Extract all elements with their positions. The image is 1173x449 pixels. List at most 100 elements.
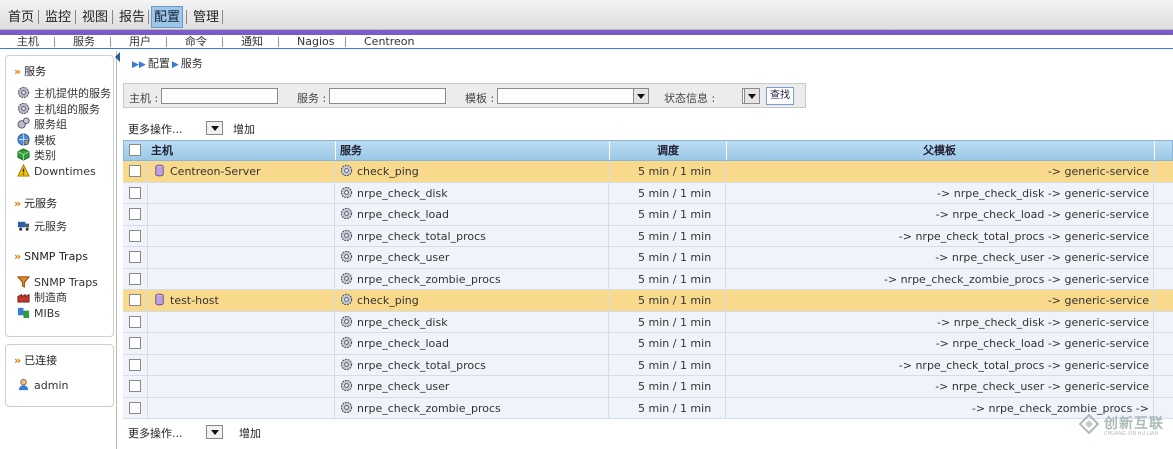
sidebar-item-service-groups[interactable]: 服务组 (17, 117, 67, 131)
sidebar-item-manufacturer[interactable]: 制造商 (17, 290, 67, 304)
breadcrumb-item[interactable]: 服务 (181, 57, 203, 70)
sidebar-item-categories[interactable]: 类别 (17, 148, 56, 162)
nav-tab-monitoring[interactable]: 监控 (43, 7, 73, 28)
add-link[interactable]: 增加 (239, 425, 261, 441)
row-checkbox[interactable] (129, 251, 141, 263)
table-row[interactable]: nrpe_check_user 5 min / 1 min -> nrpe_chec… (123, 247, 1173, 269)
cell-divider (608, 225, 609, 247)
column-parent-template[interactable]: 父模板 (923, 141, 956, 160)
service-name[interactable]: nrpe_check_total_procs (357, 230, 486, 243)
nav-tab-home[interactable]: 首页 (6, 7, 36, 28)
service-cell[interactable]: nrpe_check_total_procs (340, 226, 486, 247)
service-name[interactable]: check_ping (357, 165, 419, 178)
subnav-services[interactable]: 服务 (73, 35, 95, 49)
parent-template-cell: -> nrpe_check_load -> generic-service (935, 337, 1149, 350)
sidebar-item-downtimes[interactable]: Downtimes (17, 163, 96, 178)
column-schedule[interactable]: 调度 (657, 141, 679, 160)
sidebar-item-hostgroup-services[interactable]: 主机组的服务 (17, 102, 100, 116)
nav-tab-configuration[interactable]: 配置 (151, 6, 184, 28)
more-operations-select[interactable] (206, 121, 223, 135)
service-cell[interactable]: nrpe_check_user (340, 247, 449, 268)
table-row[interactable]: nrpe_check_total_procs 5 min / 1 min -> nr… (123, 354, 1173, 376)
subnav-nagios[interactable]: Nagios (297, 35, 334, 49)
subnav-centreon[interactable]: Centreon (364, 35, 414, 49)
row-checkbox[interactable] (129, 272, 141, 285)
cell-divider (725, 376, 726, 397)
host-row[interactable]: test-host check_ping 5 min / 1 min -> gener… (123, 290, 1173, 312)
table-row[interactable]: nrpe_check_disk 5 min / 1 min -> nrpe_chec… (123, 182, 1173, 204)
service-cell[interactable]: nrpe_check_zombie_procs (340, 398, 501, 419)
host-row[interactable]: Centreon-Server check_ping 5 min / 1 min ->… (123, 161, 1173, 183)
table-row[interactable]: nrpe_check_load 5 min / 1 min -> nrpe_chec… (123, 333, 1173, 355)
template-select[interactable] (497, 88, 649, 104)
host-cell[interactable]: test-host (153, 290, 219, 311)
service-cell[interactable]: nrpe_check_load (340, 204, 449, 225)
table-row[interactable]: nrpe_check_user 5 min / 1 min -> nrpe_chec… (123, 376, 1173, 398)
connected-user[interactable]: admin (17, 378, 68, 392)
cell-divider (334, 397, 335, 419)
sidebar-item-meta-services[interactable]: 元服务 (17, 219, 67, 233)
service-cell[interactable]: nrpe_check_user (340, 376, 449, 397)
service-name[interactable]: nrpe_check_total_procs (357, 359, 486, 372)
service-name[interactable]: nrpe_check_load (357, 337, 449, 350)
select-all-checkbox[interactable] (129, 144, 141, 156)
service-cell[interactable]: nrpe_check_disk (340, 312, 448, 333)
column-service[interactable]: 服务 (340, 141, 362, 160)
parent-template-cell: -> nrpe_check_zombie_procs -> generic-se… (883, 272, 1149, 286)
add-link[interactable]: 增加 (233, 121, 255, 137)
table-row[interactable]: nrpe_check_total_procs 5 min / 1 min -> nr… (123, 225, 1173, 247)
host-cell[interactable]: Centreon-Server (153, 161, 261, 182)
subnav-commands[interactable]: 命令 (185, 35, 207, 49)
row-checkbox[interactable] (129, 401, 141, 414)
subnav-users[interactable]: 用户 (129, 35, 151, 49)
service-name[interactable]: nrpe_check_user (357, 380, 449, 393)
sidebar-item-mibs[interactable]: MIBs (17, 306, 60, 320)
service-filter-input[interactable] (329, 88, 446, 104)
row-checkbox[interactable] (129, 315, 141, 328)
row-checkbox[interactable] (129, 380, 141, 392)
service-name[interactable]: check_ping (357, 294, 419, 307)
host-name[interactable]: Centreon-Server (170, 165, 261, 178)
column-host[interactable]: 主机 (151, 141, 173, 160)
row-checkbox[interactable] (129, 165, 141, 177)
service-name[interactable]: nrpe_check_user (357, 251, 449, 264)
nav-tab-views[interactable]: 视图 (80, 7, 110, 28)
subnav-notifications[interactable]: 通知 (241, 35, 263, 49)
sidebar-collapse-handle[interactable] (115, 51, 120, 449)
service-cell[interactable]: nrpe_check_total_procs (340, 355, 486, 376)
sidebar-item-host-services[interactable]: 主机提供的服务 (17, 86, 111, 100)
table-row[interactable]: nrpe_check_zombie_procs 5 min / 1 min -> n… (123, 268, 1173, 290)
cell-divider (334, 225, 335, 247)
sidebar-item-templates[interactable]: 模板 (17, 133, 56, 147)
subnav-hosts[interactable]: 主机 (17, 35, 39, 49)
row-checkbox[interactable] (129, 208, 141, 220)
service-name[interactable]: nrpe_check_load (357, 208, 449, 221)
search-button[interactable]: 查找 (766, 87, 794, 105)
breadcrumb-item[interactable]: 配置 (148, 57, 170, 70)
service-cell[interactable]: nrpe_check_disk (340, 183, 448, 204)
service-name[interactable]: nrpe_check_zombie_procs (357, 402, 501, 415)
table-row[interactable]: nrpe_check_disk 5 min / 1 min -> nrpe_chec… (123, 311, 1173, 333)
nav-tab-reports[interactable]: 报告 (117, 7, 147, 28)
service-cell[interactable]: check_ping (340, 161, 419, 182)
service-cell[interactable]: check_ping (340, 290, 419, 311)
service-name[interactable]: nrpe_check_disk (357, 187, 448, 200)
table-row[interactable]: nrpe_check_load 5 min / 1 min -> nrpe_chec… (123, 204, 1173, 226)
row-checkbox[interactable] (129, 358, 141, 371)
row-checkbox[interactable] (129, 186, 141, 199)
host-filter-input[interactable] (161, 88, 278, 104)
service-name[interactable]: nrpe_check_disk (357, 316, 448, 329)
more-operations-select[interactable] (206, 425, 223, 439)
service-cell[interactable]: nrpe_check_load (340, 333, 449, 354)
status-select[interactable] (742, 88, 760, 104)
service-name[interactable]: nrpe_check_zombie_procs (357, 273, 501, 286)
cell-divider (608, 376, 609, 397)
row-checkbox[interactable] (129, 229, 141, 242)
service-cell[interactable]: nrpe_check_zombie_procs (340, 269, 501, 290)
row-checkbox[interactable] (129, 337, 141, 349)
sidebar-item-snmp-traps[interactable]: SNMP Traps (16, 275, 98, 289)
host-name[interactable]: test-host (170, 294, 219, 307)
table-row[interactable]: nrpe_check_zombie_procs 5 min / 1 min -> n… (123, 397, 1173, 419)
row-checkbox[interactable] (129, 294, 141, 306)
nav-tab-administration[interactable]: 管理 (191, 7, 221, 28)
